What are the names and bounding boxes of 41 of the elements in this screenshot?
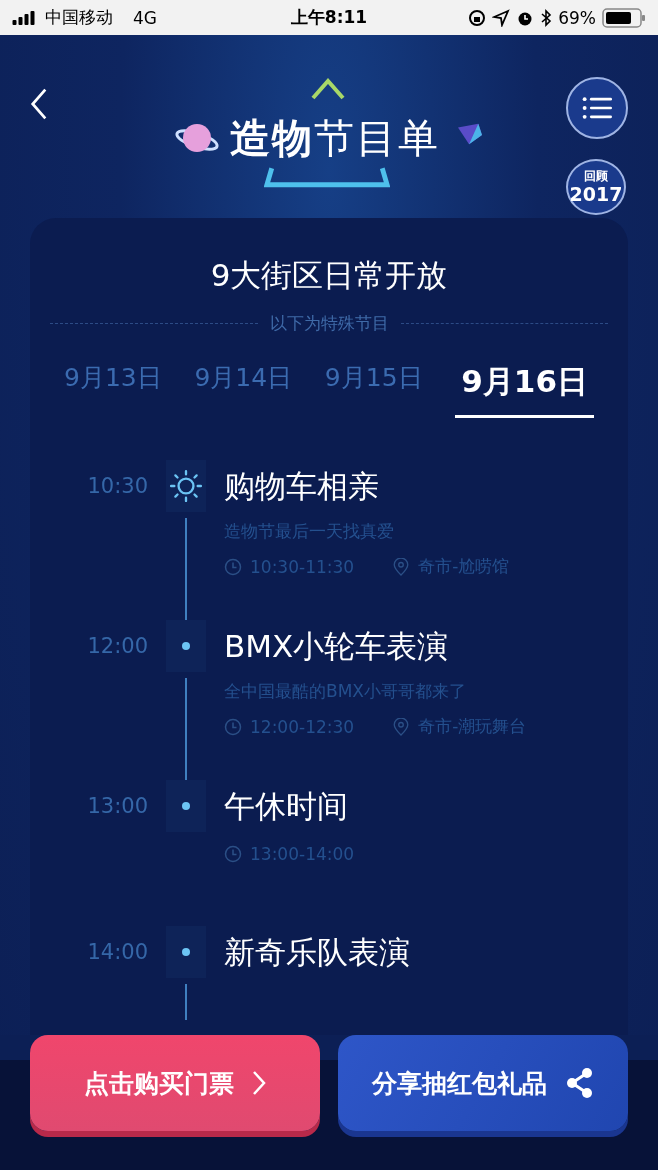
event-time: 13:00	[86, 793, 148, 820]
section-label: 以下为特殊节目	[269, 312, 389, 335]
clock-icon	[224, 717, 242, 736]
chevron-up-icon	[311, 78, 345, 100]
event-duration: 12:00-12:30	[250, 716, 355, 737]
date-tab[interactable]: 9月16日	[455, 361, 594, 418]
date-tab[interactable]: 9月13日	[64, 361, 162, 418]
event-time: 14:00	[86, 939, 148, 966]
date-tab[interactable]: 9月15日	[324, 361, 423, 418]
location-pin-icon	[392, 557, 411, 576]
event-duration: 13:00-14:00	[250, 844, 355, 864]
event-location: 奇市-潮玩舞台	[418, 715, 527, 738]
clock-icon	[224, 845, 242, 863]
bluetooth-icon	[540, 8, 553, 27]
list-icon	[582, 96, 612, 120]
location-arrow-icon	[492, 8, 511, 27]
event-description: 全中国最酷的BMX小哥哥都来了	[224, 680, 467, 703]
event-title: BMX小轮车表演	[224, 627, 450, 666]
clock-icon	[224, 557, 242, 576]
card-heading: 9大街区日常开放	[209, 256, 449, 295]
share-icon	[564, 1067, 595, 1099]
location-pin-icon	[392, 717, 411, 736]
event-description: 造物节最后一天找真爱	[224, 520, 395, 543]
event-time: 10:30	[86, 473, 148, 500]
event-title: 新奇乐队表演	[224, 933, 410, 972]
event-duration: 10:30-11:30	[250, 556, 355, 577]
crystal-icon	[456, 122, 484, 146]
chevron-right-icon	[252, 1070, 266, 1096]
battery-icon	[602, 7, 646, 28]
carrier-name: 中国移动	[45, 6, 113, 29]
page-title: 造物节目单	[230, 113, 440, 163]
network-type: 4G	[133, 7, 157, 28]
date-tab[interactable]: 9月14日	[194, 361, 293, 418]
event-time: 12:00	[86, 633, 148, 660]
event-title: 午休时间	[224, 787, 349, 826]
review-button[interactable]: 回顾 2017	[566, 159, 626, 215]
back-icon[interactable]	[30, 87, 48, 121]
clock: 上午8:11	[290, 6, 368, 29]
battery-percent: 69%	[558, 7, 596, 28]
event-location: 奇市-尬唠馆	[418, 555, 510, 578]
event-title: 购物车相亲	[224, 467, 380, 506]
